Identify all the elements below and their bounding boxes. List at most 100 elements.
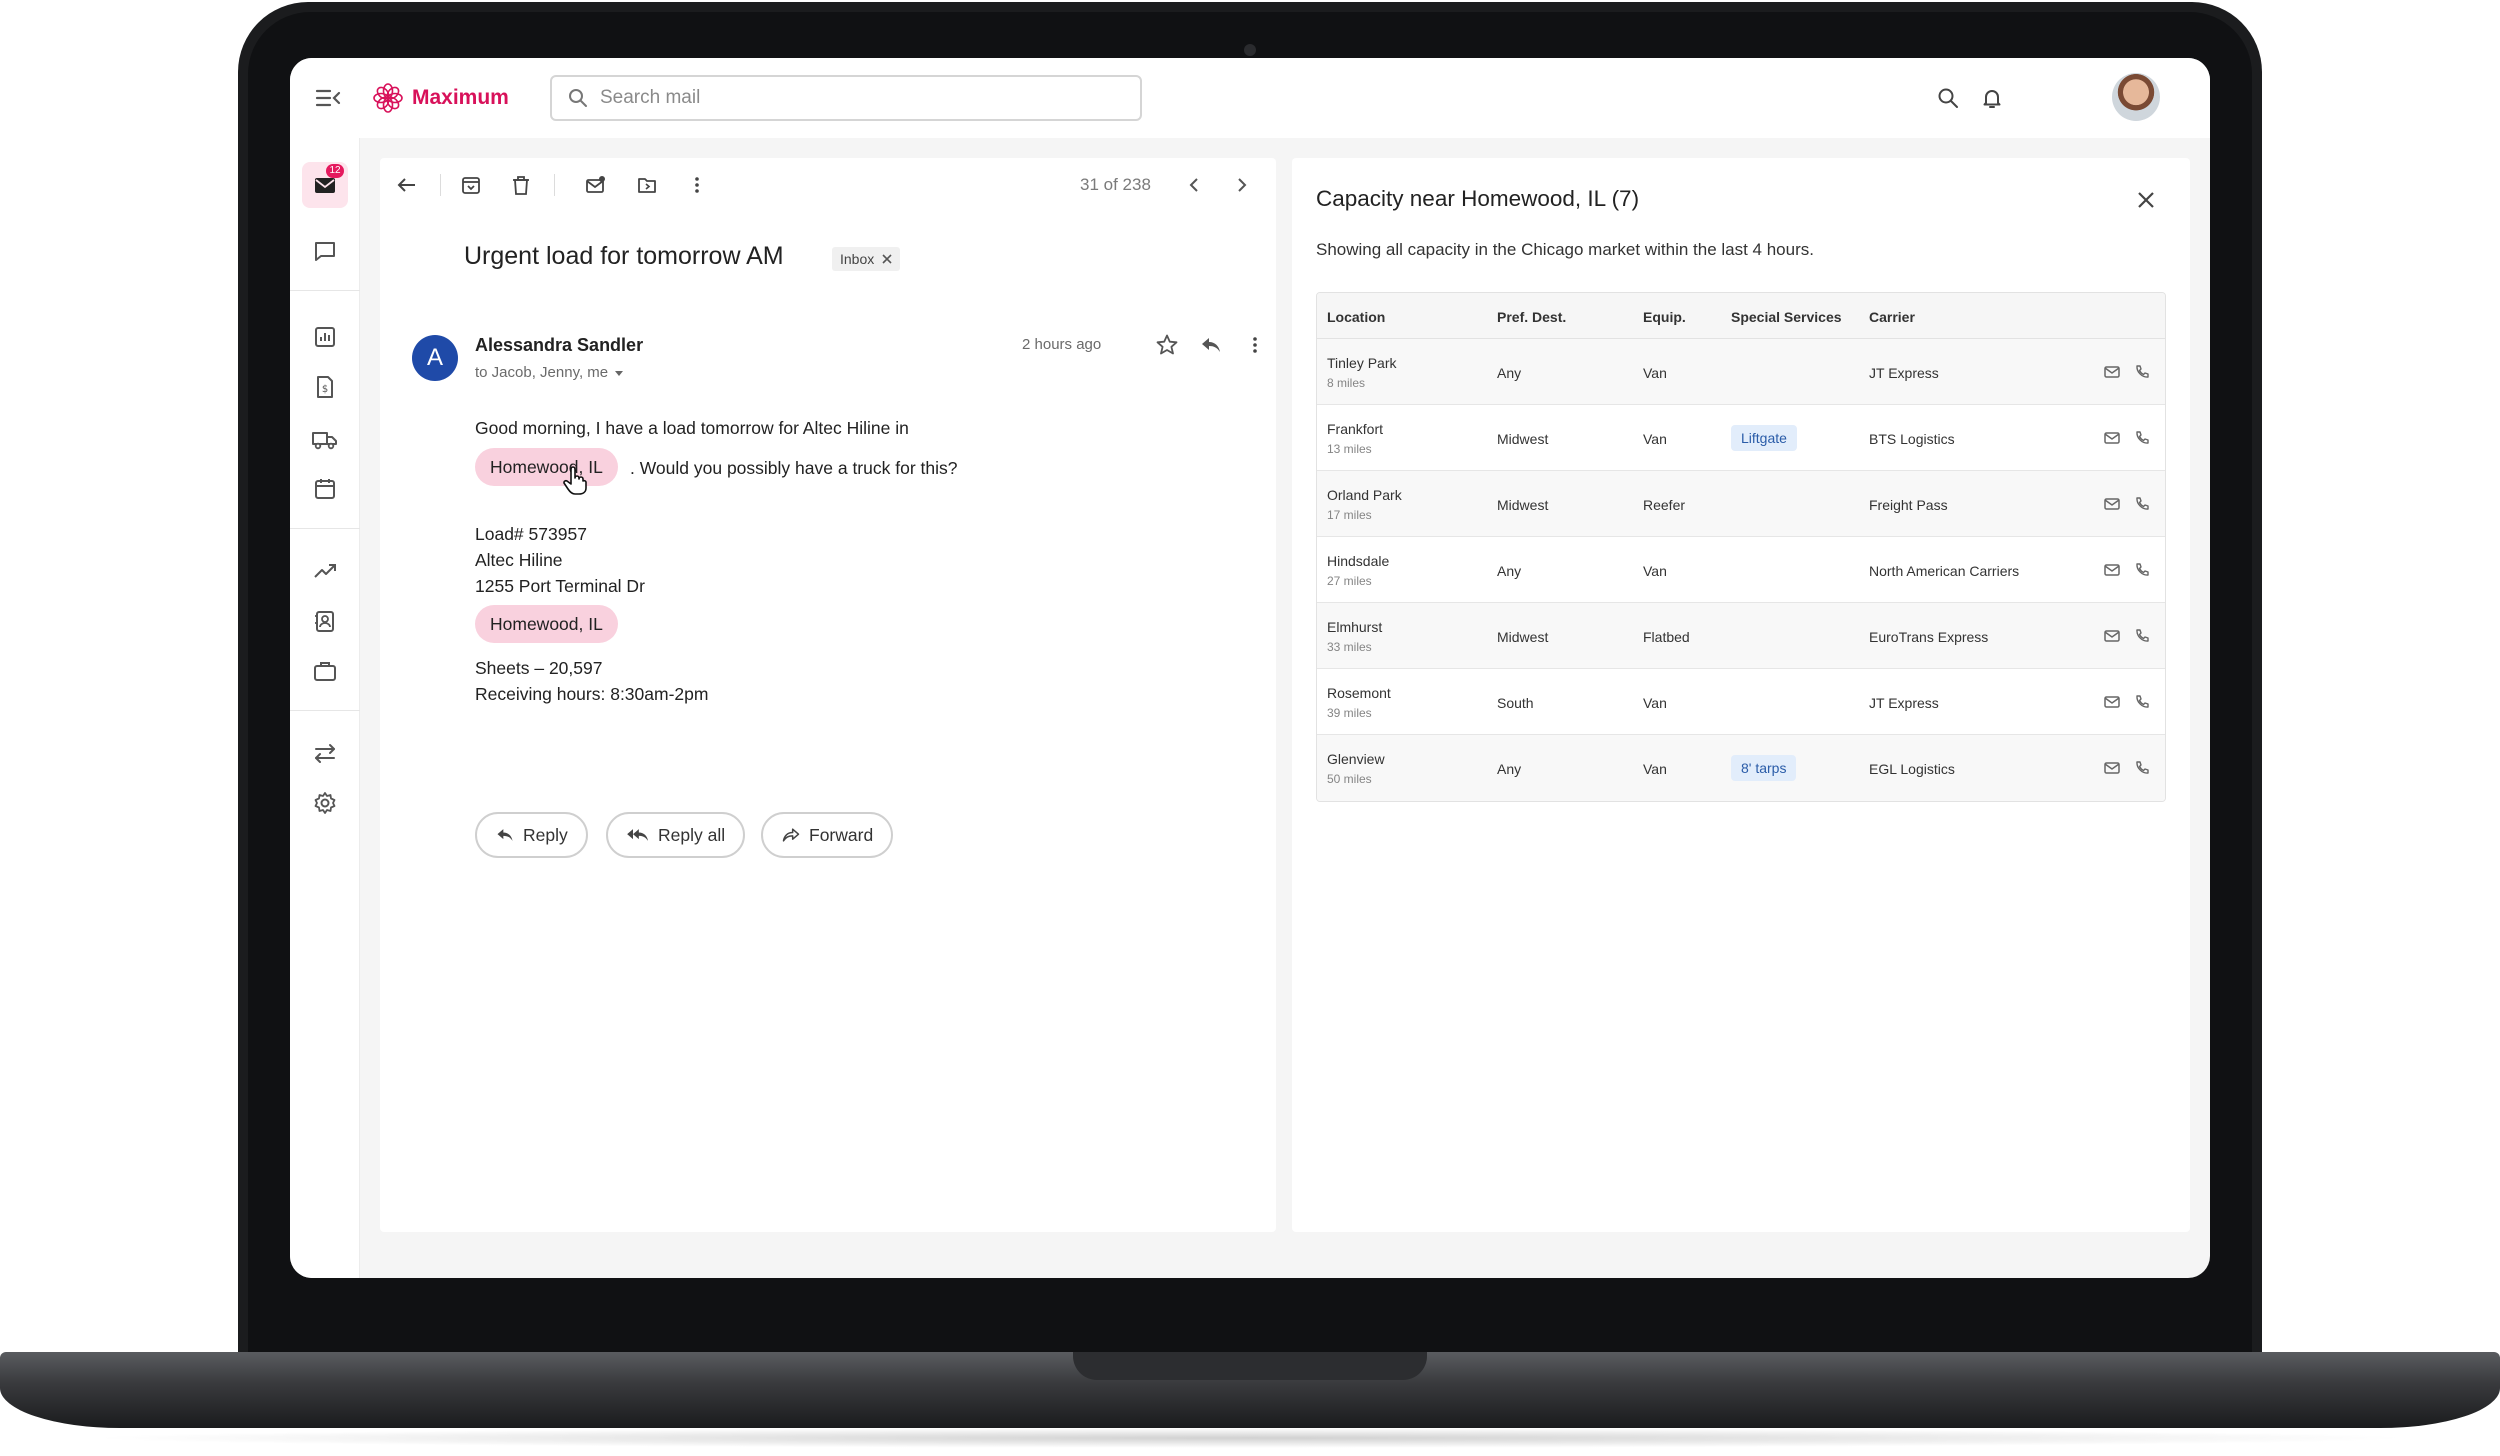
email-carrier-icon[interactable]	[2101, 361, 2123, 383]
call-carrier-icon[interactable]	[2131, 757, 2153, 779]
search-input[interactable]	[600, 87, 1120, 109]
previous-message-icon[interactable]	[1178, 168, 1212, 202]
rail-analytics[interactable]	[302, 548, 348, 594]
row-location: Frankfort	[1327, 421, 1384, 437]
rail-transfers[interactable]	[302, 730, 348, 776]
row-distance: 13 miles	[1327, 442, 1372, 456]
sender-name[interactable]: Alessandra Sandler	[475, 335, 643, 356]
close-icon[interactable]	[2128, 182, 2164, 218]
table-row[interactable]: Rosemont 39 miles South Van JT Express	[1317, 669, 2165, 735]
row-carrier[interactable]: JT Express	[1869, 695, 1939, 711]
call-carrier-icon[interactable]	[2131, 559, 2153, 581]
row-distance: 50 miles	[1327, 772, 1372, 786]
inbox-label-text: Inbox	[840, 251, 875, 267]
rail-chat[interactable]	[302, 228, 348, 274]
trend-up-icon	[314, 564, 336, 578]
capacity-subtitle: Showing all capacity in the Chicago mark…	[1316, 240, 1814, 259]
forward-label: Forward	[809, 824, 874, 845]
location-chip[interactable]: Homewood, IL	[475, 448, 618, 486]
row-carrier[interactable]: EuroTrans Express	[1869, 629, 1988, 645]
email-carrier-icon[interactable]	[2101, 757, 2123, 779]
brand-logo[interactable]: Maximum	[372, 82, 509, 114]
rail-mail[interactable]: 12	[302, 162, 348, 208]
column-header-carrier[interactable]: Carrier	[1869, 309, 1915, 325]
more-vertical-icon[interactable]	[680, 168, 714, 202]
reply-label: Reply	[523, 824, 568, 845]
email-carrier-icon[interactable]	[2101, 493, 2123, 515]
top-bar: Maximum	[290, 58, 2210, 138]
calendar-icon	[315, 479, 335, 499]
inbox-label-chip[interactable]: Inbox	[832, 247, 901, 271]
rail-loads[interactable]	[302, 416, 348, 462]
next-message-icon[interactable]	[1224, 168, 1258, 202]
row-carrier[interactable]: BTS Logistics	[1869, 431, 1955, 447]
reply-icon	[497, 829, 513, 841]
table-header: Location Pref. Dest. Equip. Special Serv…	[1317, 293, 2165, 339]
laptop-frame: Maximum 12	[0, 0, 2500, 1456]
reply-button[interactable]: Reply	[475, 812, 588, 858]
row-carrier[interactable]: EGL Logistics	[1869, 761, 1955, 777]
rail-contacts[interactable]	[302, 598, 348, 644]
email-carrier-icon[interactable]	[2101, 559, 2123, 581]
table-row[interactable]: Glenview 50 miles Any Van 8' tarps EGL Logist…	[1317, 735, 2165, 801]
global-search-icon[interactable]	[1930, 80, 1966, 116]
rail-jobs[interactable]	[302, 648, 348, 694]
move-to-folder-icon[interactable]	[630, 168, 664, 202]
message-pager: 31 of 238	[1080, 175, 1151, 194]
hand-pointer-icon	[562, 466, 588, 496]
recipients-toggle[interactable]: to Jacob, Jenny, me	[475, 364, 624, 381]
bell-icon[interactable]	[1974, 80, 2010, 116]
app-screen: Maximum 12	[290, 58, 2210, 1278]
table-row[interactable]: Orland Park 17 miles Midwest Reefer Freight …	[1317, 471, 2165, 537]
table-row[interactable]: Elmhurst 33 miles Midwest Flatbed EuroTrans …	[1317, 603, 2165, 669]
remove-label-icon[interactable]	[882, 254, 892, 264]
email-carrier-icon[interactable]	[2101, 625, 2123, 647]
sender-avatar[interactable]: A	[412, 335, 458, 381]
menu-collapse-icon[interactable]	[310, 80, 346, 116]
call-carrier-icon[interactable]	[2131, 493, 2153, 515]
column-header-location[interactable]: Location	[1327, 309, 1385, 325]
svg-text:$: $	[322, 384, 328, 395]
rail-calendar[interactable]	[302, 466, 348, 512]
trash-icon[interactable]	[504, 168, 538, 202]
special-service-chip: 8' tarps	[1731, 755, 1797, 781]
table-row[interactable]: Frankfort 13 miles Midwest Van Liftgate BTS L…	[1317, 405, 2165, 471]
archive-icon[interactable]	[454, 168, 488, 202]
load-number: Load# 573957	[475, 524, 587, 544]
user-avatar[interactable]	[2112, 73, 2160, 121]
email-carrier-icon[interactable]	[2101, 427, 2123, 449]
rail-reports[interactable]	[302, 314, 348, 360]
row-location: Hindsdale	[1327, 553, 1390, 569]
column-header-pref-dest[interactable]: Pref. Dest.	[1497, 309, 1566, 325]
capacity-title: Capacity near Homewood, IL (7)	[1316, 186, 1640, 211]
reply-icon[interactable]	[1194, 328, 1228, 362]
row-carrier[interactable]: JT Express	[1869, 365, 1939, 381]
sheets-line: Sheets – 20,597	[475, 658, 603, 678]
mark-unread-icon[interactable]	[578, 168, 612, 202]
email-carrier-icon[interactable]	[2101, 691, 2123, 713]
reply-all-button[interactable]: Reply all	[606, 812, 746, 858]
search-box[interactable]	[550, 75, 1142, 121]
star-icon[interactable]	[1150, 328, 1184, 362]
column-header-special-services[interactable]: Special Services	[1731, 309, 1842, 325]
call-carrier-icon[interactable]	[2131, 691, 2153, 713]
call-carrier-icon[interactable]	[2131, 361, 2153, 383]
call-carrier-icon[interactable]	[2131, 625, 2153, 647]
forward-button[interactable]: Forward	[761, 812, 894, 858]
mail-panel: 31 of 238 Urgent load for tomorrow AM In…	[380, 158, 1276, 1232]
table-row[interactable]: Hindsdale 27 miles Any Van North American Ca…	[1317, 537, 2165, 603]
row-carrier[interactable]: Freight Pass	[1869, 497, 1948, 513]
call-carrier-icon[interactable]	[2131, 427, 2153, 449]
location-chip[interactable]: Homewood, IL	[475, 605, 618, 643]
row-equipment: Van	[1643, 761, 1667, 777]
table-row[interactable]: Tinley Park 8 miles Any Van JT Express	[1317, 339, 2165, 405]
briefcase-icon	[314, 662, 336, 681]
column-header-equip[interactable]: Equip.	[1643, 309, 1686, 325]
special-service-chip: Liftgate	[1731, 425, 1797, 451]
row-location: Orland Park	[1327, 487, 1402, 503]
back-arrow-icon[interactable]	[390, 168, 424, 202]
message-more-icon[interactable]	[1238, 328, 1272, 362]
rail-settings[interactable]	[302, 780, 348, 826]
rail-invoices[interactable]: $	[302, 364, 348, 410]
row-carrier[interactable]: North American Carriers	[1869, 563, 2019, 579]
